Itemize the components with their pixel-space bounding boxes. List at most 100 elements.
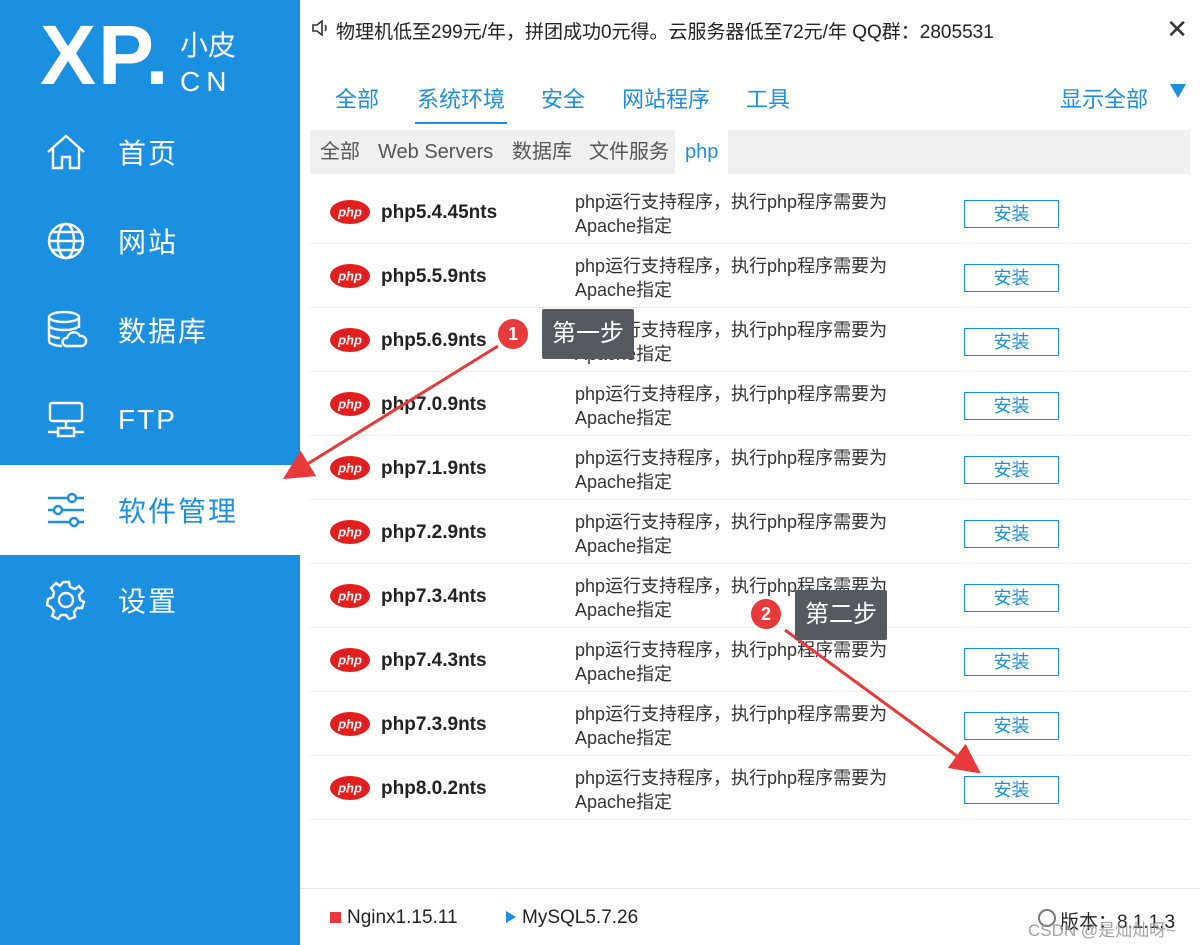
tab-system-env[interactable]: 系统环境 <box>414 82 508 124</box>
install-button[interactable]: 安装 <box>964 328 1059 356</box>
subtab-all[interactable]: 全部 <box>310 130 370 174</box>
install-button[interactable]: 安装 <box>964 776 1059 804</box>
php-logo-icon: php <box>330 776 370 800</box>
list-item: php php7.2.9nts php运行支持程序，执行php程序需要为Apache… <box>310 500 1190 564</box>
package-description: php运行支持程序，执行php程序需要为Apache指定 <box>575 384 888 428</box>
sidebar-item-database[interactable]: 数据库 <box>0 285 300 375</box>
notice-text[interactable]: 物理机低至299元/年，拼团成功0元得。云服务器低至72元/年 QQ群：2805… <box>336 17 994 44</box>
watermark: CSDN @是灿灿呀~ <box>1028 921 1177 940</box>
install-button[interactable]: 安装 <box>964 584 1059 612</box>
annotation-step-2-label: 第二步 <box>795 590 887 640</box>
install-button[interactable]: 安装 <box>964 200 1059 228</box>
nginx-status[interactable]: Nginx1.15.11 <box>347 907 458 929</box>
install-button[interactable]: 安装 <box>964 456 1059 484</box>
package-description: php运行支持程序，执行php程序需要为Apache指定 <box>575 640 888 684</box>
gear-icon <box>44 578 88 622</box>
close-button[interactable]: ✕ <box>1166 14 1188 45</box>
php-logo-text: php <box>337 269 362 284</box>
subtab-php[interactable]: php <box>675 130 729 174</box>
sidebar-item-website[interactable]: 网站 <box>0 196 300 286</box>
sidebar-item-label: 数据库 <box>118 316 209 347</box>
tab-security[interactable]: 安全 <box>541 82 585 114</box>
list-item: php php7.1.9nts php运行支持程序，执行php程序需要为Apache… <box>310 436 1190 500</box>
notice-bar: 物理机低至299元/年，拼团成功0元得。云服务器低至72元/年 QQ群：2805… <box>300 0 1200 60</box>
install-button[interactable]: 安装 <box>964 264 1059 292</box>
mysql-status[interactable]: MySQL5.7.26 <box>522 907 638 929</box>
sidebar-item-label: 软件管理 <box>118 496 239 527</box>
logo-cn-bottom-text: CN <box>180 66 233 97</box>
install-button[interactable]: 安装 <box>964 712 1059 740</box>
home-icon <box>44 130 88 174</box>
php-logo-icon: php <box>330 712 370 736</box>
php-logo-text: php <box>337 205 362 220</box>
install-button[interactable]: 安装 <box>964 648 1059 676</box>
package-description: php运行支持程序，执行php程序需要为Apache指定 <box>575 192 888 236</box>
package-name: php7.4.3nts <box>381 650 487 671</box>
subtab-database[interactable]: 数据库 <box>502 130 582 174</box>
package-description: php运行支持程序，执行php程序需要为Apache指定 <box>575 704 888 748</box>
logo-xp-text: XP. <box>40 8 171 102</box>
caret-down-icon[interactable] <box>1170 84 1186 98</box>
package-description: php运行支持程序，执行php程序需要为Apache指定 <box>575 512 888 556</box>
package-name: php5.6.9nts <box>381 330 487 351</box>
package-name: php7.3.9nts <box>381 714 487 735</box>
tab-web-programs[interactable]: 网站程序 <box>622 82 710 114</box>
list-item: php php7.0.9nts php运行支持程序，执行php程序需要为Apache… <box>310 372 1190 436</box>
tab-tools[interactable]: 工具 <box>746 82 790 114</box>
list-item: php php7.4.3nts php运行支持程序，执行php程序需要为Apache… <box>310 628 1190 692</box>
logo-cn-top-text: 小皮 <box>180 30 237 61</box>
php-logo-icon: php <box>330 264 370 288</box>
php-logo-icon: php <box>330 328 370 352</box>
php-logo-icon: php <box>330 392 370 416</box>
list-item: php php5.4.45nts php运行支持程序，执行php程序需要为Apach… <box>310 180 1190 244</box>
package-list: php php5.4.45nts php运行支持程序，执行php程序需要为Apach… <box>310 180 1190 820</box>
package-description: php运行支持程序，执行php程序需要为Apache指定 <box>575 256 888 300</box>
list-item: php php5.5.9nts php运行支持程序，执行php程序需要为Apache… <box>310 244 1190 308</box>
package-name: php5.5.9nts <box>381 266 487 287</box>
php-logo-icon: php <box>330 648 370 672</box>
sidebar-item-software[interactable]: 软件管理 <box>0 465 300 555</box>
php-logo-text: php <box>337 589 362 604</box>
sidebar-item-ftp[interactable]: FTP <box>0 375 300 465</box>
subcategory-tabs: 全部 Web Servers 数据库 文件服务 php <box>310 130 1190 174</box>
annotation-step-1-number: 1 <box>498 319 528 349</box>
php-logo-icon: php <box>330 520 370 544</box>
mysql-start-indicator <box>506 911 516 923</box>
sidebar-item-label: 首页 <box>118 138 179 169</box>
list-item: php php7.3.4nts php运行支持程序，执行php程序需要为Apache… <box>310 564 1190 628</box>
package-name: php7.3.4nts <box>381 586 487 607</box>
sidebar: XP. 小皮 CN 首页 网站 数据库 FTP 软件管理 设置 <box>0 0 300 945</box>
list-item: php php8.0.2nts php运行支持程序，执行php程序需要为Apache… <box>310 756 1190 820</box>
app-window: XP. 小皮 CN 首页 网站 数据库 FTP 软件管理 设置 物理机低至299… <box>0 0 1200 945</box>
package-name: php7.0.9nts <box>381 394 487 415</box>
php-logo-text: php <box>337 717 362 732</box>
tab-all[interactable]: 全部 <box>335 82 379 114</box>
subtab-file-service[interactable]: 文件服务 <box>579 130 679 174</box>
sidebar-item-home[interactable]: 首页 <box>0 107 300 197</box>
annotation-step-2-number: 2 <box>751 599 781 629</box>
sidebar-item-label: 设置 <box>118 586 179 617</box>
php-logo-text: php <box>337 653 362 668</box>
category-tabs: 全部 系统环境 安全 网站程序 工具 显示全部 <box>300 62 1200 124</box>
install-button[interactable]: 安装 <box>964 392 1059 420</box>
package-name: php8.0.2nts <box>381 778 487 799</box>
sidebar-item-label: 网站 <box>118 227 179 258</box>
sidebar-item-settings[interactable]: 设置 <box>0 555 300 645</box>
list-item: phpphp5.6.9ntsphp运行支持程序，执行php程序需要为Apache… <box>310 308 1190 372</box>
list-item: php php7.3.9nts php运行支持程序，执行php程序需要为Apache… <box>310 692 1190 756</box>
php-logo-icon: php <box>330 456 370 480</box>
package-description: php运行支持程序，执行php程序需要为Apache指定 <box>575 768 888 812</box>
install-button[interactable]: 安装 <box>964 520 1059 548</box>
package-name: php7.2.9nts <box>381 522 487 543</box>
logo: XP. 小皮 CN <box>40 10 270 100</box>
show-all-link[interactable]: 显示全部 <box>1060 82 1148 114</box>
package-description: php运行支持程序，执行php程序需要为Apache指定 <box>575 448 888 492</box>
php-logo-text: php <box>337 525 362 540</box>
subtab-web-servers[interactable]: Web Servers <box>368 130 503 174</box>
nginx-stopped-indicator <box>330 912 341 923</box>
php-logo-icon: php <box>330 200 370 224</box>
ftp-server-icon <box>44 398 88 442</box>
package-name: php5.4.45nts <box>381 202 498 223</box>
database-icon <box>44 308 88 352</box>
php-logo-icon: php <box>330 584 370 608</box>
